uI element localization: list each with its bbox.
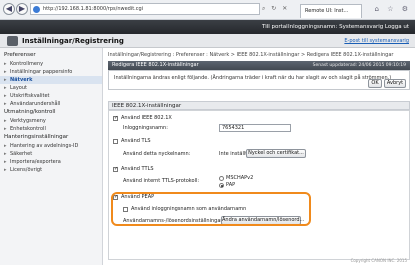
sidebar-section-output: Utmatning/kontroll	[4, 109, 56, 115]
last-updated: Senast uppdaterad: 24/06 2015 09:10:19	[312, 63, 406, 68]
sidebar-item-tools[interactable]: Verktygsmeny	[0, 117, 102, 125]
sidebar-item-control-menu[interactable]: Kontrollmeny	[0, 60, 102, 68]
sidebar-item-network[interactable]: Nätverk	[0, 76, 102, 84]
browser-toolbar: ◀ ▶ http://192.168.1.81:8000/rps/nwedit.…	[0, 0, 415, 20]
browser-logo-icon	[33, 6, 40, 13]
ttls-protocol-label: Använd internt TTLS-protokoll:	[123, 178, 200, 184]
pap-radio[interactable]	[219, 183, 224, 188]
forward-button[interactable]: ▶	[16, 3, 28, 15]
pap-label: PAP	[226, 182, 236, 188]
address-icons[interactable]: ⌕ ↻ ✕	[262, 5, 289, 13]
settings-icon	[7, 36, 18, 46]
sidebar-item-security[interactable]: Säkerhet	[0, 150, 102, 158]
address-bar[interactable]: http://192.168.1.81:8000/rps/nwedit.cgi	[30, 3, 260, 15]
use-ieee-label: Använd IEEE 802.1X	[121, 115, 172, 121]
use-ttls-label: Använd TTLS	[121, 166, 154, 172]
logout-link[interactable]: Logga ut	[385, 20, 409, 34]
use-ttls-checkbox[interactable]	[113, 166, 118, 172]
edit-header: Redigera IEEE 802.1X-inställningar Senas…	[108, 61, 410, 70]
info-box: Inställningarna ändras enligt följande. …	[108, 70, 410, 90]
settings-panel: Använd IEEE 802.1X Inloggningsnamn: 7654…	[108, 110, 410, 260]
sidebar-item-paper[interactable]: Inställningar pappersinfo	[0, 68, 102, 76]
login-name-link: Inloggningsnamn: Systemansvarig	[288, 24, 384, 30]
use-tls-label: Använd TLS	[121, 138, 151, 144]
highlight-frame	[111, 192, 311, 226]
email-admin-link[interactable]: E-post till systemansvarig	[344, 34, 409, 48]
login-name-label: Inloggningsnamn:	[123, 125, 168, 131]
login-name-input[interactable]: 7654321	[219, 124, 291, 132]
sidebar-item-dept-id[interactable]: Hantering av avdelnings-ID	[0, 142, 102, 150]
section-title: IEEE 802.1X-inställningar	[108, 101, 410, 110]
window-icons[interactable]: ⌂ ☆ ⚙	[375, 5, 411, 13]
copyright: Copyright CANON INC. 2015	[350, 258, 407, 263]
use-ieee-checkbox[interactable]	[113, 115, 118, 121]
sidebar-section-preferences: Preferenser	[4, 52, 36, 58]
key-cert-button[interactable]: Nyckel och certifikat...	[246, 149, 306, 158]
sidebar-item-layout[interactable]: Layout	[0, 84, 102, 92]
mschapv2-label: MSCHAPv2	[226, 175, 254, 181]
portal-link[interactable]: Till portal	[262, 20, 288, 34]
sidebar-item-user-maintenance[interactable]: Användarundershåll	[0, 100, 102, 108]
sidebar-item-license[interactable]: Licens/övrigt	[0, 166, 102, 174]
cancel-button[interactable]: Avbryt	[384, 79, 406, 88]
key-pair-label: Använd detta nyckelnamn:	[123, 151, 191, 157]
top-header: Till portal Inloggningsnamn: Systemansva…	[0, 20, 415, 34]
sidebar-item-device-control[interactable]: Enhetskontroll	[0, 125, 102, 133]
mschapv2-radio[interactable]	[219, 176, 224, 181]
sidebar-item-import-export[interactable]: Importera/exportera	[0, 158, 102, 166]
ok-button[interactable]: OK	[368, 79, 382, 88]
sidebar-section-management: Hanteringsinställningar	[4, 134, 69, 140]
key-pair-value: Inte inställt	[219, 151, 248, 157]
edit-header-title: Redigera IEEE 802.1X-inställningar	[112, 62, 199, 68]
page-title: Inställningar/Registrering	[22, 37, 124, 45]
title-bar: Inställningar/Registrering E-post till s…	[0, 34, 415, 48]
back-button[interactable]: ◀	[3, 3, 15, 15]
info-text: Inställningarna ändras enligt följande. …	[114, 75, 392, 81]
url-text: http://192.168.1.81:8000/rps/nwedit.cgi	[43, 6, 144, 12]
sidebar-item-print-quality[interactable]: Utskriftskvalitet	[0, 92, 102, 100]
breadcrumb: Inställningar/Registrering : Preferenser…	[108, 52, 394, 58]
use-tls-checkbox[interactable]	[113, 139, 118, 144]
main-content: Inställningar/Registrering : Preferenser…	[104, 48, 415, 265]
browser-tab[interactable]: Remote UI: Inst...	[300, 4, 362, 18]
sidebar: Preferenser Kontrollmeny Inställningar p…	[0, 48, 103, 265]
